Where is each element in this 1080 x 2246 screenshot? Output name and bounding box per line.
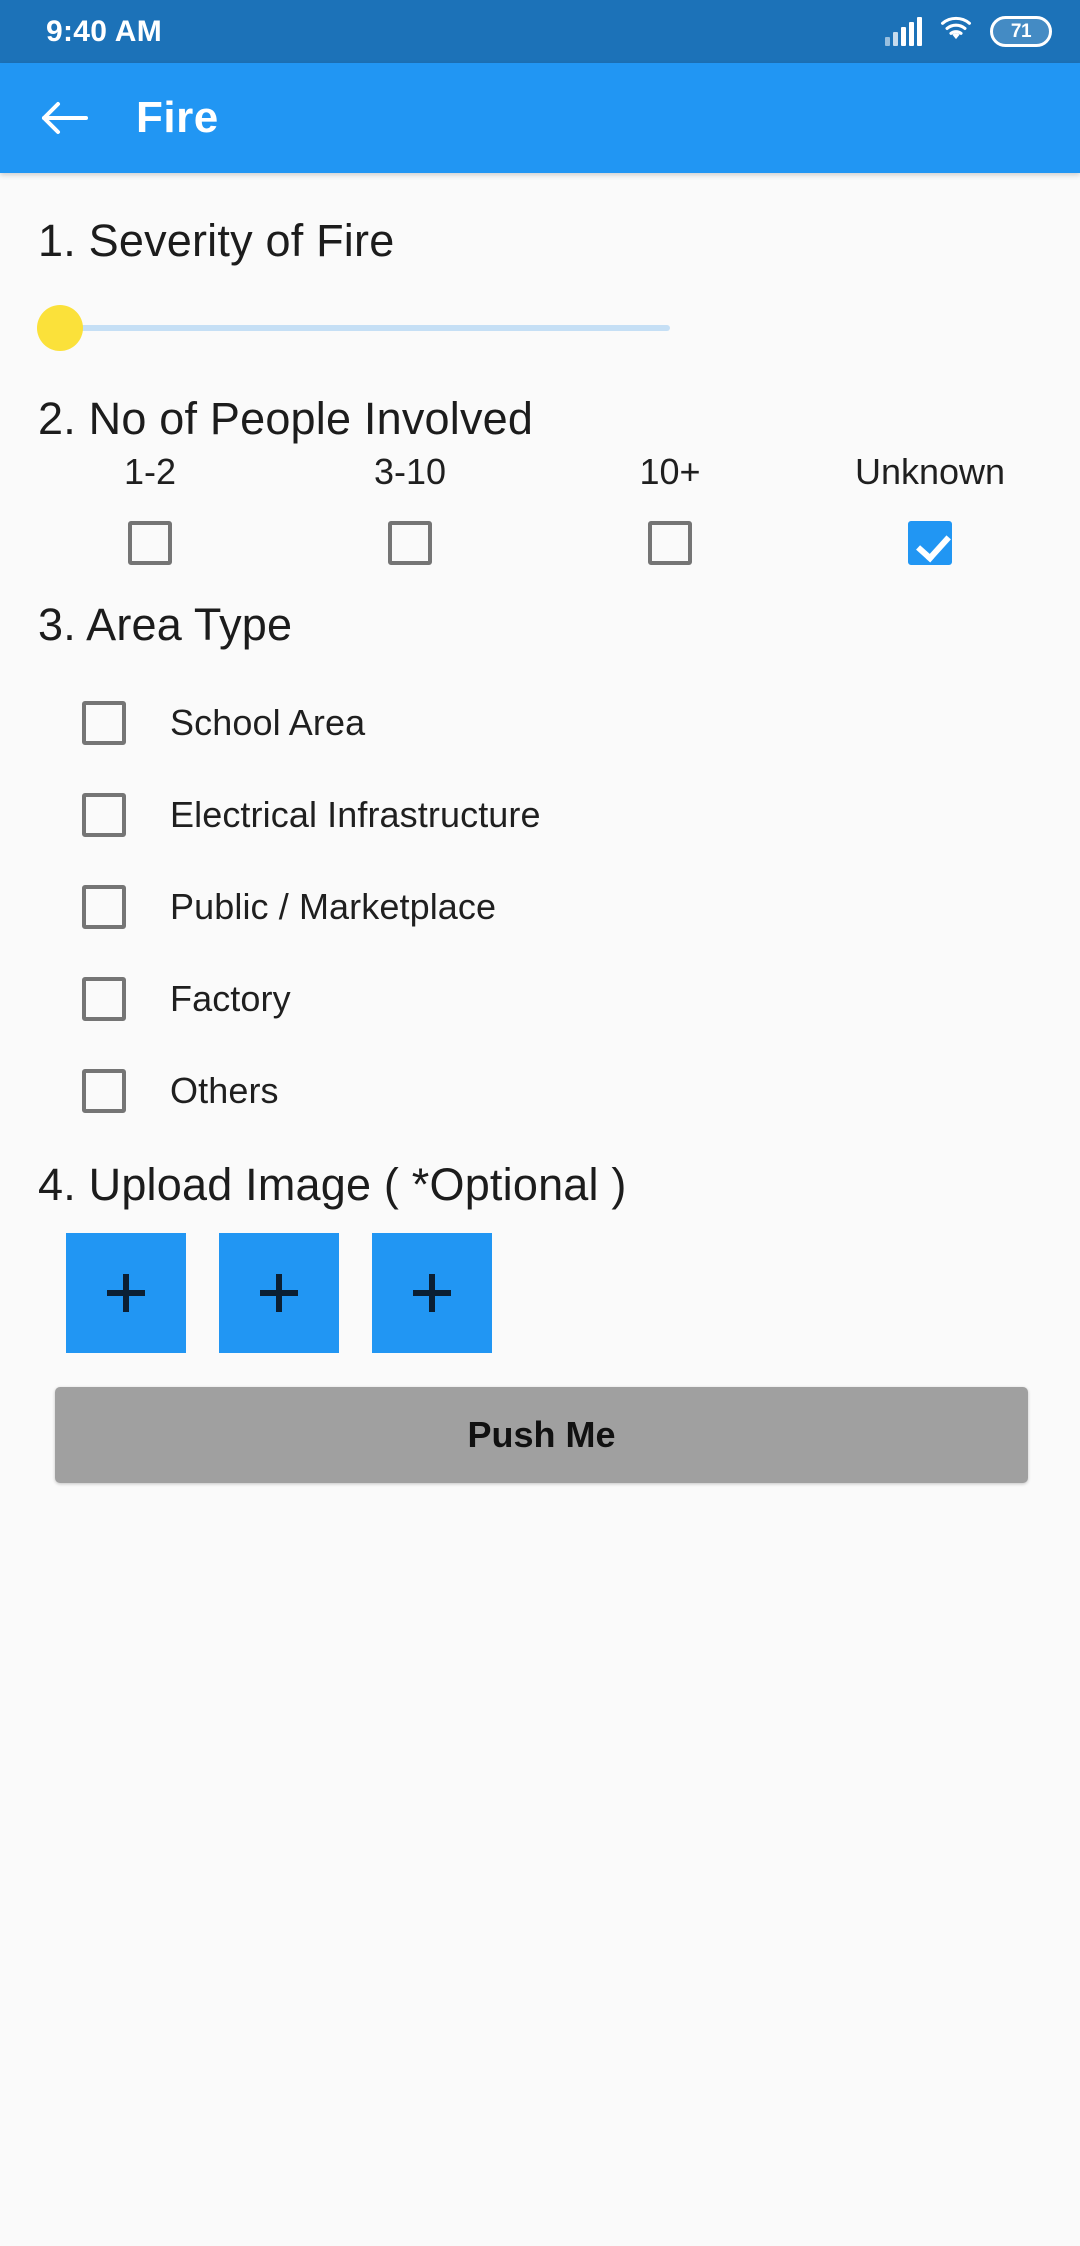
area-option-label: Public / Marketplace (170, 886, 497, 927)
push-me-button[interactable]: Push Me (55, 1387, 1028, 1483)
area-option-electrical-infrastructure[interactable]: Electrical Infrastructure (0, 769, 1080, 861)
people-checkbox-3-10[interactable] (388, 521, 432, 565)
area-option-label: Others (170, 1070, 279, 1111)
form-content: 1. Severity of Fire 2. No of People Invo… (0, 173, 1080, 2246)
area-type-title: 3. Area Type (38, 599, 293, 650)
battery-level-label: 71 (1010, 21, 1032, 42)
area-option-label: Electrical Infrastructure (170, 794, 541, 835)
upload-tile-row (0, 1233, 1080, 1353)
upload-image-title: 4. Upload Image ( *Optional ) (38, 1159, 627, 1210)
people-option-1-2[interactable]: 1-2 (20, 451, 280, 565)
area-option-public-marketplace[interactable]: Public / Marketplace (0, 861, 1080, 953)
plus-icon (107, 1274, 145, 1312)
people-option-label: 10+ (639, 451, 701, 492)
area-option-label: Factory (170, 978, 291, 1019)
submit-button-container: Push Me (0, 1387, 1080, 1483)
people-checkbox-unknown[interactable] (908, 521, 952, 565)
upload-image-tile-3[interactable] (372, 1233, 492, 1353)
status-clock: 9:40 AM (46, 14, 163, 48)
people-option-label: 1-2 (123, 451, 177, 492)
area-checkbox-electrical-infrastructure[interactable] (82, 793, 126, 837)
area-checkbox-others[interactable] (82, 1069, 126, 1113)
plus-icon (260, 1274, 298, 1312)
area-option-factory[interactable]: Factory (0, 953, 1080, 1045)
app-screen: 9:40 AM 71 Fire 1. Severity of Fire 2. N… (0, 0, 1080, 2246)
page-title: Fire (136, 93, 219, 142)
status-bar: 9:40 AM 71 (0, 0, 1080, 63)
people-option-grid: 1-2 3-10 10+ Unknown (0, 451, 1080, 565)
plus-icon (413, 1274, 451, 1312)
people-checkbox-1-2[interactable] (128, 521, 172, 565)
people-option-10-plus[interactable]: 10+ (540, 451, 800, 565)
status-icon-group: 71 (885, 15, 1052, 48)
signal-bars-icon (885, 16, 922, 46)
area-checkbox-school-area[interactable] (82, 701, 126, 745)
wifi-icon (938, 15, 974, 48)
back-arrow-icon[interactable] (38, 92, 90, 144)
severity-title: 1. Severity of Fire (38, 215, 395, 266)
area-option-school-area[interactable]: School Area (0, 677, 1080, 769)
area-type-option-list: School Area Electrical Infrastructure Pu… (0, 677, 1080, 1137)
people-option-label: 3-10 (373, 451, 447, 492)
people-option-unknown[interactable]: Unknown (800, 451, 1060, 565)
severity-slider-thumb[interactable] (37, 305, 83, 351)
area-type-section: 3. Area Type School Area Electrical Infr… (0, 599, 1080, 1137)
area-checkbox-public-marketplace[interactable] (82, 885, 126, 929)
app-bar: Fire (0, 63, 1080, 173)
upload-image-tile-1[interactable] (66, 1233, 186, 1353)
battery-icon: 71 (990, 16, 1052, 47)
severity-slider-track[interactable] (37, 305, 670, 351)
severity-slider[interactable] (0, 285, 1080, 371)
upload-image-section: 4. Upload Image ( *Optional ) (0, 1159, 1080, 1353)
people-involved-title: 2. No of People Involved (38, 393, 534, 444)
area-option-others[interactable]: Others (0, 1045, 1080, 1137)
area-checkbox-factory[interactable] (82, 977, 126, 1021)
people-option-3-10[interactable]: 3-10 (280, 451, 540, 565)
people-involved-section: 2. No of People Involved 1-2 3-10 10+ Un… (0, 393, 1080, 565)
severity-section: 1. Severity of Fire (0, 173, 1080, 371)
people-checkbox-10-plus[interactable] (648, 521, 692, 565)
upload-image-tile-2[interactable] (219, 1233, 339, 1353)
area-option-label: School Area (170, 702, 366, 743)
people-option-label: Unknown (854, 451, 1006, 492)
